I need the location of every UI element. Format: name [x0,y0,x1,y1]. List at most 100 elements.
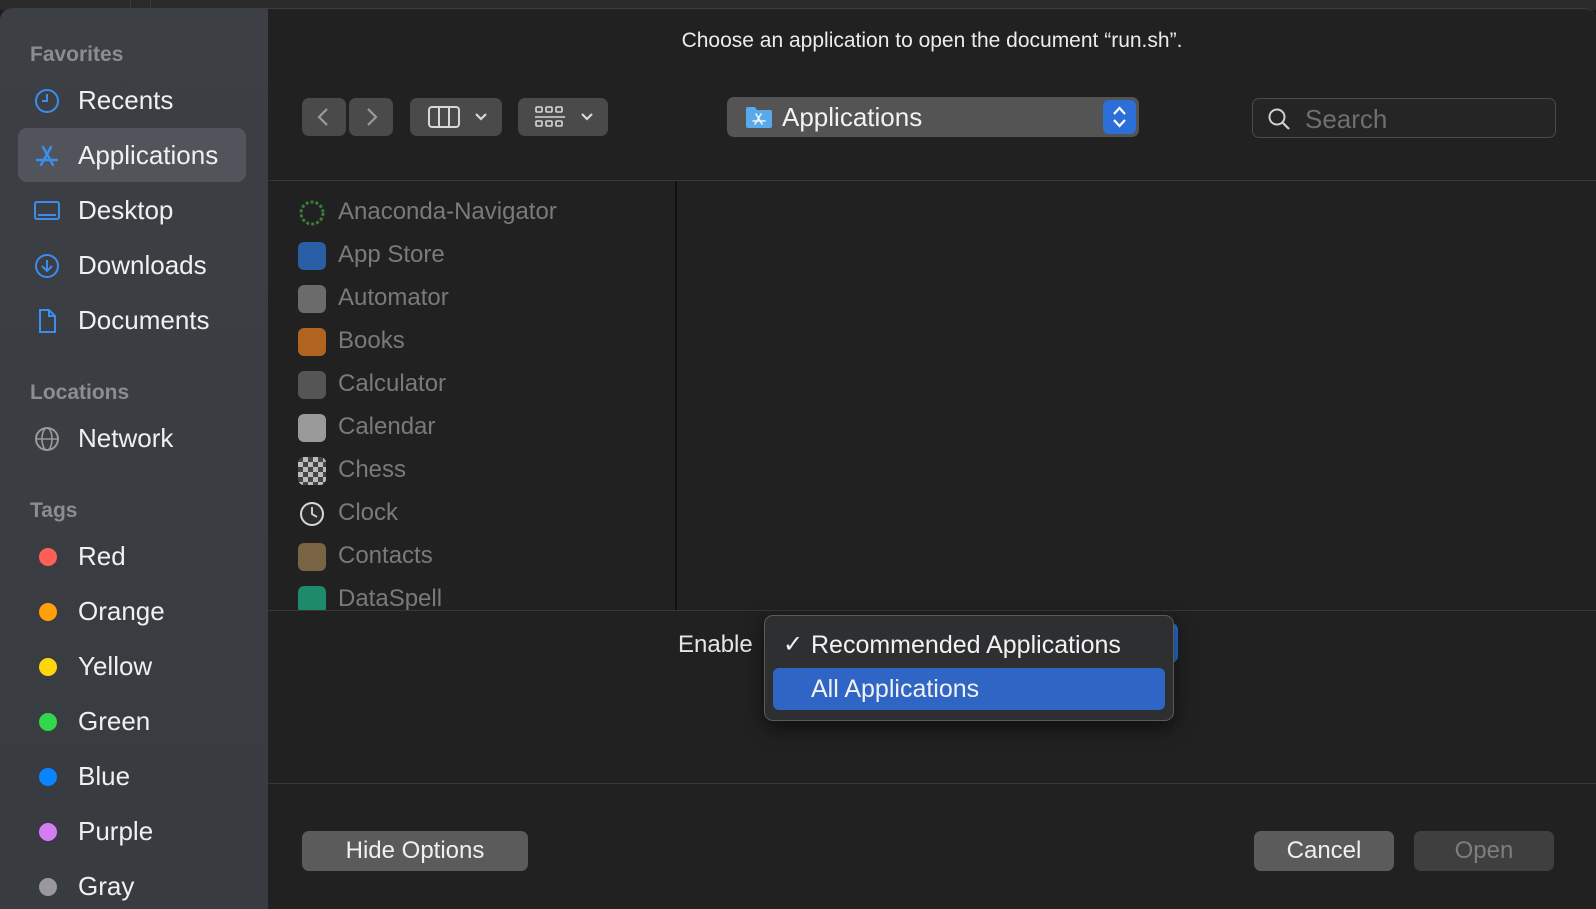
list-item-label: Anaconda-Navigator [338,198,557,225]
sidebar-item-label: Recents [78,84,174,115]
hide-options-button[interactable]: Hide Options [302,831,528,871]
books-icon [298,328,326,356]
sidebar-item-applications[interactable]: Applications [18,128,246,182]
list-item[interactable]: Anaconda-Navigator [298,196,672,232]
sidebar-item-recents[interactable]: Recents [18,73,246,127]
main-panel: Choose an application to open the docume… [268,9,1596,909]
list-item-label: Calendar [338,413,436,440]
list-item[interactable]: Calendar [298,411,672,447]
popup-stepper-icon [1103,100,1136,134]
options-panel: Enable ✓ Recommended Applications All Ap… [268,611,1596,781]
sidebar-item-label: Desktop [78,194,174,225]
list-item[interactable]: App Store [298,239,672,275]
tag-color-dot [39,878,57,896]
enable-label: Enable [678,631,753,658]
list-item-label: Chess [338,456,407,483]
sidebar-item-label: Yellow [78,650,153,681]
file-browser-column: Anaconda-Navigator App Store Automator B… [268,181,672,611]
chevron-down-icon [581,113,593,121]
chevron-left-icon [317,108,328,126]
sidebar: Favorites Recents Applications Desktop D… [0,9,268,909]
sidebar-tag-orange[interactable]: Orange [18,584,246,638]
forward-button[interactable] [349,98,393,136]
list-item[interactable]: Contacts [298,540,672,576]
sidebar-item-network[interactable]: Network [18,411,246,465]
sidebar-item-label: Green [78,705,151,736]
tag-color-dot [39,823,57,841]
applications-icon [35,145,59,167]
open-with-dialog: Favorites Recents Applications Desktop D… [0,8,1596,909]
list-item[interactable]: Clock [298,497,672,533]
menu-item-all-applications[interactable]: All Applications [773,668,1165,710]
sidebar-tag-gray[interactable]: Gray [18,859,246,909]
search-input[interactable]: Search [1252,98,1556,138]
favorites-heading: Favorites [30,43,124,66]
sidebar-item-downloads[interactable]: Downloads [18,238,246,292]
tag-color-dot [39,768,57,786]
calculator-icon [298,371,326,399]
dialog-title: Choose an application to open the docume… [681,29,1183,52]
applications-folder-icon [746,107,772,128]
sidebar-item-label: Red [78,540,126,571]
chess-icon [298,457,326,485]
list-item[interactable]: DataSpell [298,583,672,611]
cancel-button[interactable]: Cancel [1254,831,1394,871]
sidebar-item-documents[interactable]: Documents [18,293,246,347]
column-divider[interactable] [675,181,677,611]
menu-item-label: Recommended Applications [811,631,1121,659]
view-mode-button[interactable] [410,98,502,136]
sidebar-item-label: Documents [78,304,210,335]
list-item-label: Calculator [338,370,447,397]
open-button[interactable]: Open [1414,831,1554,871]
list-item[interactable]: Automator [298,282,672,318]
sidebar-tag-purple[interactable]: Purple [18,804,246,858]
search-placeholder: Search [1305,104,1388,134]
app-store-icon [298,242,326,270]
list-item-label: App Store [338,241,445,268]
tags-heading: Tags [30,499,78,522]
list-item-label: Books [338,327,405,354]
tag-color-dot [39,658,57,676]
list-item-label: Clock [338,499,399,526]
menu-item-label: All Applications [811,675,980,703]
anaconda-icon [299,200,325,226]
footer-divider [268,783,1596,784]
download-icon [35,254,59,278]
location-popup[interactable]: Applications [727,97,1139,137]
sidebar-item-label: Applications [78,139,219,170]
list-item[interactable]: Chess [298,454,672,490]
sidebar-item-label: Orange [78,595,165,626]
sidebar-tag-green[interactable]: Green [18,694,246,748]
tag-color-dot [39,548,57,566]
dataspell-icon [298,586,326,611]
sidebar-tag-yellow[interactable]: Yellow [18,639,246,693]
clock-app-icon [300,502,324,526]
enable-dropdown-menu: ✓ Recommended Applications All Applicati… [764,615,1174,721]
sidebar-item-label: Purple [78,815,154,846]
checkmark-icon: ✓ [783,631,804,658]
locations-heading: Locations [30,381,130,404]
clock-icon [35,89,59,113]
chevron-right-icon [367,108,378,126]
calendar-icon [298,414,326,442]
tag-color-dot [39,603,57,621]
location-label: Applications [782,102,923,132]
list-item[interactable]: Calculator [298,368,672,404]
sidebar-item-label: Downloads [78,249,207,280]
globe-icon [35,427,59,451]
sidebar-item-label: Blue [78,760,131,791]
sidebar-tag-red[interactable]: Red [18,529,246,583]
back-button[interactable] [302,98,346,136]
desktop-icon [34,201,60,220]
list-item-label: DataSpell [338,585,443,611]
sidebar-item-desktop[interactable]: Desktop [18,183,246,237]
list-item[interactable]: Books [298,325,672,361]
sidebar-item-label: Gray [78,870,135,901]
sidebar-tag-blue[interactable]: Blue [18,749,246,803]
contacts-icon [298,543,326,571]
menu-item-recommended-applications[interactable]: ✓ Recommended Applications [773,624,1165,666]
group-button[interactable] [518,98,608,136]
columns-view-icon [428,106,460,128]
chevron-down-icon [475,113,487,121]
tag-color-dot [39,713,57,731]
